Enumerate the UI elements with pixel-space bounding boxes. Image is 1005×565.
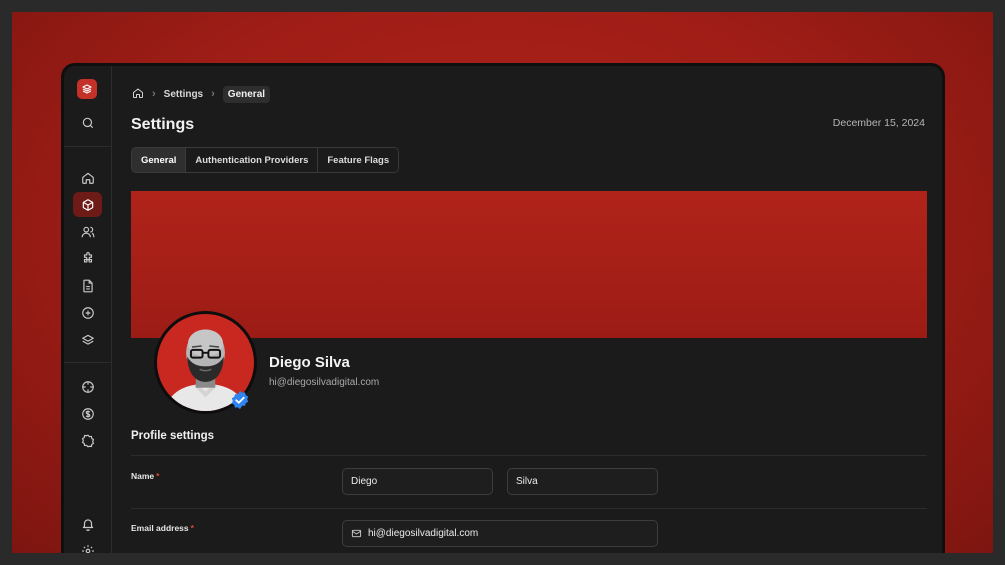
users-icon[interactable] bbox=[73, 219, 102, 244]
profile-cover bbox=[131, 191, 927, 338]
app-window: › Settings › General Settings December 1… bbox=[61, 63, 945, 553]
page-title: Settings bbox=[131, 116, 195, 133]
first-name-input[interactable]: Diego bbox=[342, 468, 493, 495]
box-icon[interactable] bbox=[73, 192, 102, 217]
last-name-input[interactable]: Silva bbox=[507, 468, 658, 495]
layers-icon[interactable] bbox=[73, 327, 102, 352]
badge-icon[interactable] bbox=[73, 428, 102, 453]
main-content: › Settings › General Settings December 1… bbox=[112, 66, 942, 553]
breadcrumb-current: General bbox=[222, 85, 271, 103]
settings-tabs: General Authentication Providers Feature… bbox=[131, 147, 400, 173]
profile-name: Diego Silva bbox=[269, 354, 350, 371]
chevron-right-icon: › bbox=[152, 88, 156, 100]
email-label: Email address * bbox=[131, 523, 194, 533]
crosshair-icon[interactable] bbox=[73, 374, 102, 399]
sidebar-divider bbox=[64, 362, 112, 363]
verified-badge-icon bbox=[231, 390, 249, 410]
breadcrumb: › Settings › General bbox=[132, 84, 271, 104]
divider bbox=[131, 508, 927, 509]
app-logo[interactable] bbox=[77, 79, 97, 99]
sidebar bbox=[64, 66, 112, 553]
add-circle-icon[interactable] bbox=[73, 300, 102, 325]
home-icon[interactable] bbox=[132, 87, 144, 102]
name-label: Name * bbox=[131, 471, 160, 481]
mail-icon bbox=[351, 529, 362, 538]
section-title: Profile settings bbox=[131, 430, 215, 442]
divider bbox=[131, 455, 927, 456]
search-icon[interactable] bbox=[73, 110, 102, 135]
chevron-right-icon: › bbox=[211, 88, 215, 100]
sidebar-divider bbox=[64, 146, 112, 147]
document-icon[interactable] bbox=[73, 273, 102, 298]
dollar-icon[interactable] bbox=[73, 401, 102, 426]
backdrop: › Settings › General Settings December 1… bbox=[12, 12, 993, 553]
current-date: December 15, 2024 bbox=[832, 117, 925, 129]
breadcrumb-settings[interactable]: Settings bbox=[164, 89, 203, 100]
bell-icon[interactable] bbox=[73, 511, 102, 536]
puzzle-icon[interactable] bbox=[73, 246, 102, 271]
home-icon[interactable] bbox=[73, 165, 102, 190]
tab-authentication-providers[interactable]: Authentication Providers bbox=[186, 148, 319, 172]
tab-feature-flags[interactable]: Feature Flags bbox=[318, 148, 399, 172]
profile-email: hi@diegosilvadigital.com bbox=[269, 377, 380, 388]
tab-general[interactable]: General bbox=[132, 148, 187, 172]
settings-icon[interactable] bbox=[73, 538, 102, 553]
email-field[interactable]: hi@diegosilvadigital.com bbox=[342, 520, 658, 547]
